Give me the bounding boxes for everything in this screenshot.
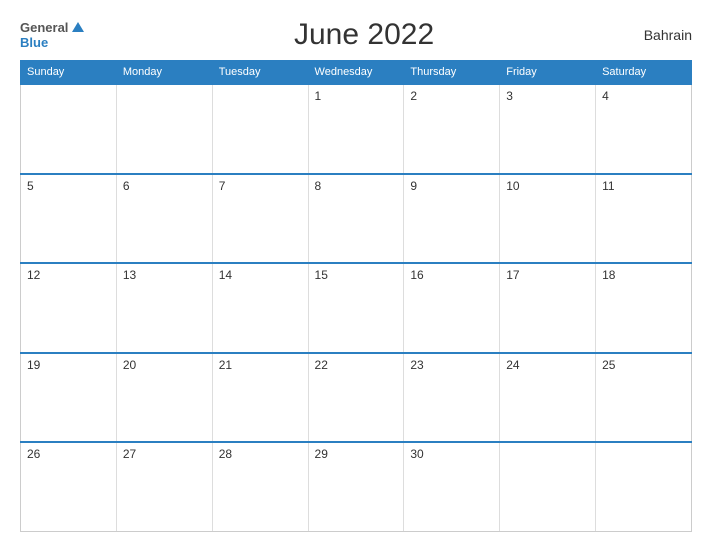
day-cell: 24 [500, 353, 596, 443]
day-cell: 26 [21, 442, 117, 532]
day-cell: 18 [596, 263, 692, 353]
day-cell: 17 [500, 263, 596, 353]
day-cell: 27 [116, 442, 212, 532]
table-row: 1 2 3 4 [21, 84, 692, 174]
calendar-table: Sunday Monday Tuesday Wednesday Thursday… [20, 60, 692, 532]
day-cell: 22 [308, 353, 404, 443]
header-saturday: Saturday [596, 61, 692, 85]
day-cell: 6 [116, 174, 212, 264]
day-cell: 11 [596, 174, 692, 264]
day-cell: 2 [404, 84, 500, 174]
day-cell [500, 442, 596, 532]
table-row: 12 13 14 15 16 17 18 [21, 263, 692, 353]
day-cell: 8 [308, 174, 404, 264]
day-cell: 25 [596, 353, 692, 443]
day-cell: 15 [308, 263, 404, 353]
day-cell: 13 [116, 263, 212, 353]
day-cell: 4 [596, 84, 692, 174]
day-cell: 1 [308, 84, 404, 174]
calendar-title: June 2022 [294, 18, 434, 52]
logo-general-text: General [20, 20, 68, 35]
day-cell: 9 [404, 174, 500, 264]
calendar-header: General Blue June 2022 Bahrain [20, 18, 692, 52]
day-cell: 29 [308, 442, 404, 532]
header-friday: Friday [500, 61, 596, 85]
logo-general: General [20, 20, 84, 35]
logo-triangle-icon [72, 22, 84, 32]
day-cell: 16 [404, 263, 500, 353]
day-cell: 5 [21, 174, 117, 264]
weekday-header-row: Sunday Monday Tuesday Wednesday Thursday… [21, 61, 692, 85]
header-monday: Monday [116, 61, 212, 85]
day-cell: 28 [212, 442, 308, 532]
day-cell: 7 [212, 174, 308, 264]
day-cell: 23 [404, 353, 500, 443]
table-row: 5 6 7 8 9 10 11 [21, 174, 692, 264]
day-cell: 14 [212, 263, 308, 353]
day-cell: 10 [500, 174, 596, 264]
day-cell: 3 [500, 84, 596, 174]
country-label: Bahrain [644, 27, 692, 43]
day-cell [21, 84, 117, 174]
day-cell: 20 [116, 353, 212, 443]
header-tuesday: Tuesday [212, 61, 308, 85]
day-cell [116, 84, 212, 174]
day-cell: 12 [21, 263, 117, 353]
header-sunday: Sunday [21, 61, 117, 85]
header-wednesday: Wednesday [308, 61, 404, 85]
day-cell [596, 442, 692, 532]
logo-blue-text: Blue [20, 35, 48, 50]
logo-area: General Blue [20, 20, 84, 50]
table-row: 19 20 21 22 23 24 25 [21, 353, 692, 443]
header-thursday: Thursday [404, 61, 500, 85]
day-cell: 30 [404, 442, 500, 532]
day-cell [212, 84, 308, 174]
table-row: 26 27 28 29 30 [21, 442, 692, 532]
day-cell: 21 [212, 353, 308, 443]
day-cell: 19 [21, 353, 117, 443]
